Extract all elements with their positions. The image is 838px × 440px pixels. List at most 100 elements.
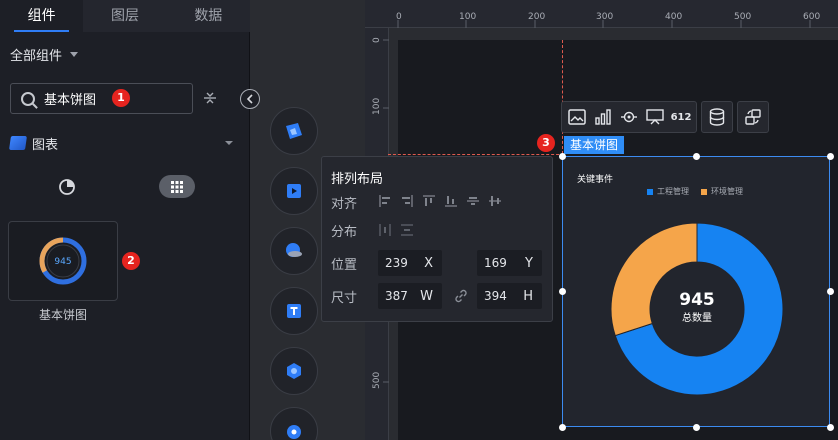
screen-icon (646, 109, 664, 125)
rail-media[interactable] (270, 167, 318, 215)
step-badge-2: 2 (122, 252, 140, 270)
tab-data[interactable]: 数据 (167, 0, 250, 32)
database-button[interactable] (706, 106, 728, 128)
rail-tech[interactable] (270, 347, 318, 395)
number-button[interactable]: 612 (670, 106, 692, 128)
chevron-left-icon (246, 94, 253, 104)
ruler-label: 200 (528, 12, 545, 22)
pie-view-icon[interactable] (57, 177, 77, 197)
resize-handle-ne[interactable] (827, 153, 834, 160)
pie-thumbnail-icon: 945 (39, 237, 87, 285)
align-middle-icon[interactable] (466, 194, 480, 208)
chart-title: 关键事件 (577, 175, 614, 185)
swap-button[interactable] (742, 106, 764, 128)
align-center-icon[interactable] (488, 194, 502, 208)
w-unit-label: W (420, 288, 433, 304)
chart-3d-icon (286, 123, 302, 139)
ruler-label: 0 (372, 37, 382, 43)
screen-button[interactable] (644, 106, 666, 128)
donut-center-label: 总数量 (682, 311, 712, 324)
rail-chart-3d[interactable] (270, 107, 318, 155)
size-height-field[interactable]: 394 H (477, 283, 542, 309)
selection-tag: 基本饼图 (564, 136, 625, 154)
all-components-dropdown[interactable]: 全部组件 (10, 45, 79, 64)
resize-handle-sw[interactable] (559, 424, 566, 431)
toolbar-group-swap (737, 101, 769, 133)
grid-view-icon (171, 180, 183, 193)
distribute-label: 分布 (331, 225, 358, 240)
component-label: 基本饼图 (38, 308, 87, 322)
distribute-horizontal-icon[interactable] (378, 223, 392, 237)
align-right-icon[interactable] (400, 194, 414, 208)
grid-view-button[interactable] (159, 175, 195, 198)
align-left-icon[interactable] (378, 194, 392, 208)
y-unit-label: Y (525, 255, 533, 271)
resize-handle-nw[interactable] (559, 153, 566, 160)
tech-icon (287, 363, 301, 379)
legend-item[interactable]: 工程管理 (647, 186, 689, 197)
ruler-label: 0 (396, 12, 402, 22)
resize-handle-e[interactable] (827, 288, 834, 295)
donut-center-value: 945 (679, 290, 715, 310)
position-y-value: 169 (484, 256, 507, 270)
widget-toolbar: 612 (561, 101, 769, 133)
align-top-icon[interactable] (422, 194, 436, 208)
toolbar-group-data (701, 101, 733, 133)
interaction-icon (287, 425, 301, 439)
ruler-label: 600 (803, 12, 820, 22)
step-badge-3: 3 (537, 134, 555, 152)
arrange-layout-panel: 排列布局 对齐 分布 位置 239 X 169 Y 尺寸 387 W 394 H (321, 156, 553, 322)
collapse-panel-button[interactable] (240, 89, 260, 109)
tab-layers[interactable]: 图层 (83, 0, 166, 32)
text-icon (287, 304, 301, 318)
guide-line-vertical (562, 40, 563, 154)
target-button[interactable] (618, 106, 640, 128)
image-icon (568, 109, 586, 125)
legend-label: 工程管理 (657, 187, 689, 196)
ruler-top-ticks: 0 100 200 300 400 500 600 (396, 12, 820, 28)
panel-tabs: 组件 图层 数据 (0, 0, 250, 32)
position-y-field[interactable]: 169 Y (477, 250, 542, 276)
search-input[interactable] (44, 91, 164, 106)
component-panel: 组件 图层 数据 全部组件 1 图表 (0, 0, 250, 440)
legend-item[interactable]: 环境管理 (701, 186, 743, 197)
bar-chart-icon (595, 109, 611, 125)
resize-handle-n[interactable] (693, 153, 700, 160)
position-x-field[interactable]: 239 X (378, 250, 442, 276)
database-icon (709, 108, 725, 126)
x-unit-label: X (424, 255, 433, 271)
align-bottom-icon[interactable] (444, 194, 458, 208)
bar-chart-button[interactable] (592, 106, 614, 128)
ruler-top: 0 100 200 300 400 500 600 (365, 0, 838, 28)
position-x-value: 239 (385, 256, 408, 270)
legend-label: 环境管理 (711, 187, 743, 196)
image-button[interactable] (566, 106, 588, 128)
thumbnail-value: 945 (54, 257, 71, 267)
basic-pie-widget[interactable]: 关键事件 工程管理 环境管理 945 总数量 (559, 153, 834, 431)
rail-text[interactable] (270, 287, 318, 335)
component-card-basic-pie[interactable]: 945 (8, 221, 118, 301)
ruler-label: 300 (596, 12, 613, 22)
resize-handle-se[interactable] (827, 424, 834, 431)
target-icon (621, 111, 637, 123)
distribute-vertical-icon[interactable] (400, 223, 414, 237)
ruler-label: 100 (372, 98, 382, 115)
panel-title: 排列布局 (331, 172, 384, 187)
filter-icon[interactable] (201, 89, 219, 107)
ruler-label: 100 (459, 12, 476, 22)
resize-handle-s[interactable] (693, 424, 700, 431)
all-components-label: 全部组件 (10, 49, 63, 64)
search-box[interactable] (10, 83, 193, 114)
resize-handle-w[interactable] (559, 288, 566, 295)
link-icon[interactable] (453, 288, 469, 304)
rail-map[interactable] (270, 227, 318, 275)
donut-chart: 945 总数量 (610, 222, 784, 396)
tab-components[interactable]: 组件 (0, 0, 84, 32)
size-width-field[interactable]: 387 W (378, 283, 442, 309)
category-charts[interactable]: 图表 (9, 134, 235, 153)
rail-interaction[interactable] (270, 407, 318, 440)
swap-icon (745, 109, 761, 125)
size-width-value: 387 (385, 289, 408, 303)
caret-down-icon (70, 52, 79, 57)
size-label: 尺寸 (331, 291, 358, 306)
